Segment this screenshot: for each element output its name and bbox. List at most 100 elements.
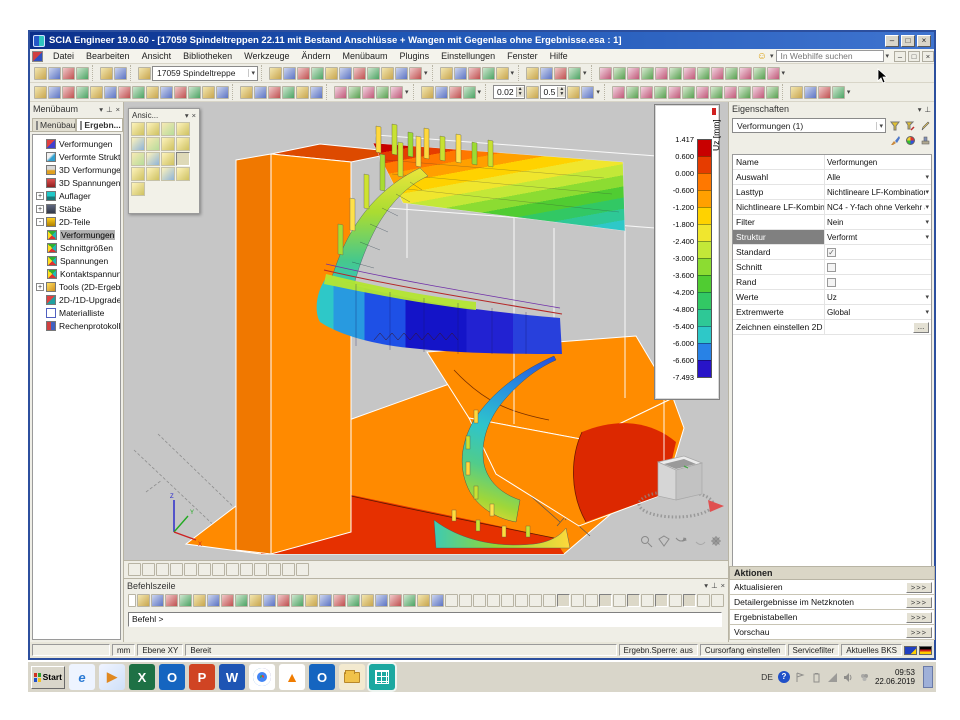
- redo-icon[interactable]: [114, 67, 127, 80]
- tool-icon[interactable]: [193, 594, 206, 607]
- tool-icon[interactable]: [431, 594, 444, 607]
- tool-icon[interactable]: [612, 86, 625, 99]
- tree-item-3d-spannungen[interactable]: 3D Spannungen: [33, 176, 120, 189]
- ucs-flag-icon[interactable]: [904, 646, 917, 655]
- menu-item-ansicht[interactable]: Ansicht: [136, 50, 178, 62]
- view-tool-icon[interactable]: [146, 137, 160, 151]
- line-icon[interactable]: [421, 86, 434, 99]
- show-desktop-button[interactable]: [923, 666, 933, 688]
- tool-icon[interactable]: [184, 563, 197, 576]
- action-run-button[interactable]: >>>: [906, 612, 932, 623]
- tool-icon[interactable]: [240, 563, 253, 576]
- tool-icon[interactable]: [710, 86, 723, 99]
- web-help-search-input[interactable]: [776, 50, 884, 62]
- menu-item-aendern[interactable]: Ändern: [295, 50, 336, 62]
- tool-icon[interactable]: [752, 86, 765, 99]
- taskbar-excel[interactable]: X: [129, 664, 155, 690]
- tool-icon[interactable]: [738, 86, 751, 99]
- tray-flag-icon[interactable]: [795, 672, 806, 683]
- tool-icon[interactable]: [501, 594, 514, 607]
- tool-icon[interactable]: [362, 86, 375, 99]
- tool-icon[interactable]: [296, 86, 309, 99]
- menu-item-plugins[interactable]: Plugins: [394, 50, 436, 62]
- tool-icon[interactable]: [179, 594, 192, 607]
- stamp-icon[interactable]: [919, 134, 931, 146]
- spin-down-icon[interactable]: ▼: [558, 92, 565, 97]
- expand-toggle[interactable]: +: [36, 283, 44, 291]
- tool-icon[interactable]: [766, 86, 779, 99]
- menu-item-datei[interactable]: Datei: [47, 50, 80, 62]
- search-prev-icon[interactable]: [348, 86, 361, 99]
- tree-item-2d-verformungen[interactable]: Verformungen: [33, 228, 120, 241]
- taskbar-file-explorer[interactable]: [339, 664, 365, 690]
- tool-icon[interactable]: [613, 594, 626, 607]
- zoom-all-icon[interactable]: [146, 152, 160, 166]
- tool-icon[interactable]: [165, 594, 178, 607]
- property-row-standard[interactable]: Standard✓: [733, 245, 931, 260]
- open-folder-icon[interactable]: [48, 67, 61, 80]
- snap-toggle-icon[interactable]: [557, 594, 570, 607]
- mdi-restore-button[interactable]: □: [908, 51, 920, 62]
- tree-item-kontaktspannungen[interactable]: Kontaktspannungen: [33, 267, 120, 280]
- angle-icon[interactable]: [463, 86, 476, 99]
- tool-icon[interactable]: [254, 86, 267, 99]
- tool-icon[interactable]: [599, 67, 612, 80]
- tree-item-rechenprotokoll[interactable]: Rechenprotokoll: [33, 319, 120, 332]
- tool-icon[interactable]: [567, 86, 580, 99]
- tree-item-verformungen[interactable]: Verformungen: [33, 137, 120, 150]
- tool-icon[interactable]: [697, 594, 710, 607]
- tool-icon[interactable]: [395, 67, 408, 80]
- tool-icon[interactable]: [669, 594, 682, 607]
- checkbox-icon[interactable]: [827, 278, 836, 287]
- mdi-minimize-button[interactable]: –: [894, 51, 906, 62]
- action-run-button[interactable]: >>>: [906, 597, 932, 608]
- tool-icon[interactable]: [311, 67, 324, 80]
- expand-toggle[interactable]: [36, 166, 44, 174]
- selector-dropdown-icon[interactable]: ▾: [876, 122, 883, 130]
- tray-network-icon[interactable]: [827, 672, 838, 683]
- status-units[interactable]: mm: [112, 644, 135, 656]
- ansicht-toolbox[interactable]: Ansic... ▾ ×: [128, 108, 200, 214]
- panel-close-icon[interactable]: ×: [721, 581, 725, 590]
- view-tool-icon[interactable]: [146, 122, 160, 136]
- tool-icon[interactable]: [585, 594, 598, 607]
- tool-icon[interactable]: [725, 67, 738, 80]
- tool-icon[interactable]: [389, 594, 402, 607]
- tray-app-icon[interactable]: [859, 672, 870, 683]
- tool-icon[interactable]: [403, 594, 416, 607]
- clock[interactable]: 09:53 22.06.2019: [875, 668, 918, 686]
- property-row-lasttyp[interactable]: LasttypNichtlineare LF-Kombinationen▾: [733, 185, 931, 200]
- tool-icon[interactable]: [282, 86, 295, 99]
- tool-icon[interactable]: [361, 594, 374, 607]
- property-row-filter[interactable]: FilterNein▾: [733, 215, 931, 230]
- tool-icon[interactable]: [459, 594, 472, 607]
- snap-toggle-icon[interactable]: [683, 594, 696, 607]
- tool-icon[interactable]: [767, 67, 780, 80]
- tool-icon[interactable]: [669, 67, 682, 80]
- document-icon[interactable]: [468, 67, 481, 80]
- action-run-button[interactable]: >>>: [906, 627, 932, 638]
- project-dropdown-icon[interactable]: ▾: [248, 69, 255, 77]
- ansicht-dropdown-icon[interactable]: ▾: [185, 111, 189, 120]
- scale-step-input[interactable]: 0.5▲▼: [540, 85, 567, 99]
- property-row-schnitt[interactable]: Schnitt: [733, 260, 931, 275]
- view-save-icon[interactable]: [146, 167, 160, 181]
- tool-icon[interactable]: [487, 594, 500, 607]
- tool-icon[interactable]: [654, 86, 667, 99]
- zoom-in-icon[interactable]: [161, 137, 175, 151]
- view-tool-icon[interactable]: [131, 137, 145, 151]
- snap-toggle-icon[interactable]: [599, 594, 612, 607]
- command-line-header[interactable]: Befehlszeile ▾ ⊥ ×: [124, 579, 728, 592]
- tray-volume-icon[interactable]: [843, 672, 854, 683]
- tool-icon[interactable]: [277, 594, 290, 607]
- action-aktualisieren[interactable]: Aktualisieren>>>: [729, 580, 935, 595]
- taskbar-vlc[interactable]: ▲: [279, 664, 305, 690]
- tool-icon[interactable]: [151, 594, 164, 607]
- color-wheel-icon[interactable]: [904, 134, 916, 146]
- panel-pin-icon[interactable]: ⊥: [106, 105, 113, 114]
- tool-icon[interactable]: [249, 594, 262, 607]
- tree-item-2d-1d-upgrade[interactable]: 2D-/1D-Upgrade: [33, 293, 120, 306]
- property-row-struktur[interactable]: StrukturVerformt▾: [733, 230, 931, 245]
- tool-icon[interactable]: [753, 67, 766, 80]
- dropdown-arrow-icon[interactable]: ▾: [925, 188, 929, 196]
